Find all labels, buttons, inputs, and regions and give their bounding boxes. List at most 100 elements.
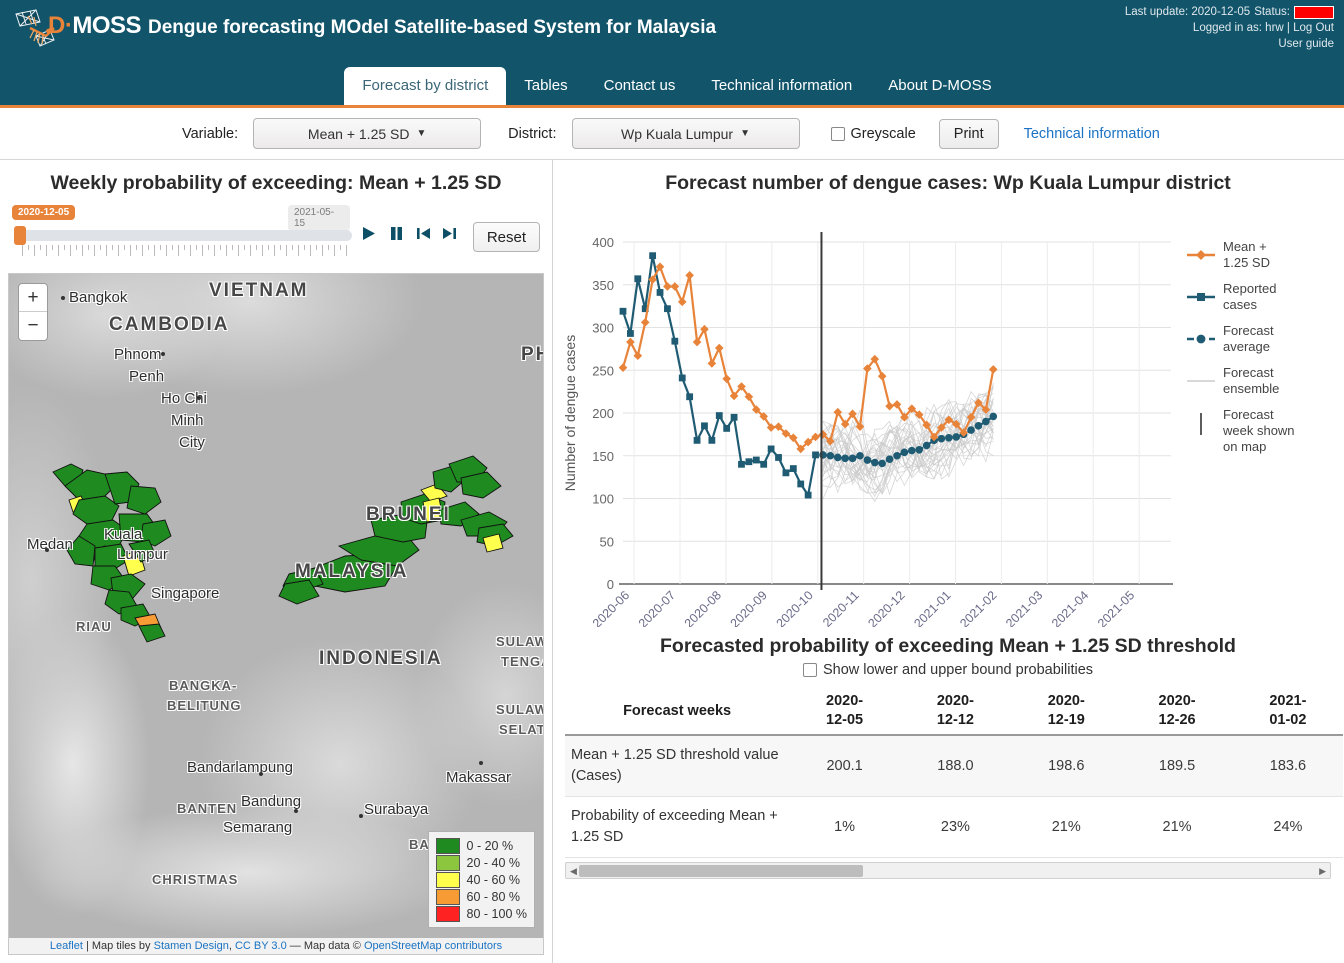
district-dropdown[interactable]: Wp Kuala Lumpur ▼: [571, 118, 800, 149]
slider-handle[interactable]: [14, 226, 26, 245]
chart-legend-label: Mean +: [1223, 239, 1267, 254]
print-button[interactable]: Print: [938, 118, 999, 149]
leaflet-map[interactable]: + − Bangkok VIETNAM CAMBODIA Phnom Penh Ho Ch…: [8, 273, 544, 955]
app-title: Dengue forecasting MOdel Satellite-based…: [148, 17, 717, 38]
chart-series: [619, 252, 819, 499]
legend-item: 20 - 40 %: [435, 854, 527, 871]
tab-forecast-by-district[interactable]: Forecast by district: [344, 67, 507, 105]
variable-label: Variable:: [182, 125, 239, 142]
legend-item: 40 - 60 %: [435, 871, 527, 888]
chart-legend-item[interactable]: Reportedcases: [1187, 281, 1276, 312]
table-cell: 21%: [1051, 819, 1081, 835]
variable-dropdown[interactable]: Mean + 1.25 SD ▼: [253, 118, 482, 149]
play-icon[interactable]: [360, 225, 377, 242]
user-guide-link[interactable]: User guide: [1125, 36, 1334, 52]
map-label: Bangkok: [69, 289, 128, 306]
tab-about-dmoss[interactable]: About D-MOSS: [870, 67, 1009, 105]
stamen-link[interactable]: Stamen Design: [154, 940, 229, 952]
tab-contact-us[interactable]: Contact us: [586, 67, 694, 105]
map-label: TENGAH: [501, 654, 543, 669]
legend-label: 80 - 100 %: [466, 906, 527, 921]
y-axis-tick: 300: [592, 321, 614, 336]
logged-in-text[interactable]: Logged in as: hrw | Log Out: [1125, 20, 1334, 36]
chart-legend-item[interactable]: Forecastaverage: [1187, 323, 1274, 354]
y-axis-tick: 50: [600, 534, 614, 549]
attrib-sep: — Map data ©: [286, 940, 364, 952]
map-label: Penh: [129, 368, 165, 385]
openstreetmap-link[interactable]: OpenStreetMap contributors: [364, 940, 502, 952]
chart-legend-item[interactable]: Forecastweek shownon map: [1200, 407, 1295, 454]
map-label: SULAWESI: [496, 702, 543, 717]
tab-tables[interactable]: Tables: [506, 67, 585, 105]
x-axis-tick: 2020-06: [590, 588, 632, 627]
chart-legend-label: 1.25 SD: [1223, 255, 1270, 270]
table-cell: 23%: [940, 819, 970, 835]
main-nav: Forecast by district Tables Contact us T…: [0, 64, 1344, 105]
pause-icon[interactable]: [388, 225, 405, 242]
step-forward-icon[interactable]: [442, 226, 457, 241]
legend-label: 20 - 40 %: [466, 855, 521, 870]
step-back-icon[interactable]: [416, 226, 431, 241]
technical-information-link[interactable]: Technical information: [1024, 126, 1160, 142]
map-panel-title: Weekly probability of exceeding: Mean + …: [50, 172, 502, 194]
y-axis-label: Number of dengue cases: [562, 335, 578, 491]
map-city-dot: [45, 548, 49, 552]
map-panel: Weekly probability of exceeding: Mean + …: [0, 160, 553, 963]
table-cell: 24%: [1273, 819, 1303, 835]
chart-legend-item[interactable]: Forecastensemble: [1187, 365, 1279, 396]
y-axis-tick: 400: [592, 235, 614, 250]
x-axis-tick: 2021-02: [957, 588, 999, 627]
map-label: BELITUNG: [167, 698, 242, 713]
table-cell: 21%: [1162, 819, 1192, 835]
legend-swatch: [435, 837, 460, 854]
table-row: Probability of exceeding Mean + 1.25 SD …: [565, 797, 1343, 858]
zoom-out-button[interactable]: −: [19, 312, 47, 340]
scrollbar-thumb[interactable]: [579, 865, 863, 877]
table-row-label: Mean + 1.25 SD threshold value (Cases): [571, 747, 779, 784]
map-label: BANGKA-: [169, 678, 238, 693]
map-label: Lumpur: [117, 546, 168, 563]
map-label: Minh: [171, 412, 204, 429]
legend-label: 0 - 20 %: [466, 838, 514, 853]
chart-legend-label: ensemble: [1223, 381, 1279, 396]
time-slider-row: 2020-12-05 2021-05-15 Reset: [0, 201, 552, 269]
zoom-in-button[interactable]: +: [19, 284, 47, 312]
table-title: Forecasted probability of exceeding Mean…: [660, 635, 1236, 657]
table-head: Forecast weeks 2020- 12-05 2020- 12-12 202…: [565, 688, 1343, 735]
forecast-panel: Forecast number of dengue cases: Wp Kual…: [553, 160, 1343, 963]
map-label: City: [179, 434, 205, 451]
table-horizontal-scrollbar[interactable]: ◀ ▶: [565, 862, 1331, 879]
table-cell: 188.0: [937, 758, 974, 774]
brand: D·MOSS: [10, 6, 142, 52]
checkbox-icon: [830, 126, 845, 141]
scroll-left-icon[interactable]: ◀: [570, 866, 577, 877]
table-column-header: 2020- 12-05: [826, 693, 864, 728]
legend-swatch: [435, 888, 460, 905]
leaflet-link[interactable]: Leaflet: [50, 940, 83, 952]
map-label: Medan: [27, 536, 73, 553]
attrib-sep: | Map tiles by: [82, 940, 154, 952]
forecast-chart-svg[interactable]: 0501001502002503003504002020-06 2020-07 20…: [553, 197, 1343, 631]
chart-series: [618, 262, 998, 454]
table-row-header: Forecast weeks: [623, 703, 732, 719]
greyscale-checkbox[interactable]: Greyscale: [830, 126, 916, 142]
reset-button[interactable]: Reset: [472, 222, 540, 252]
scroll-right-icon[interactable]: ▶: [1319, 866, 1326, 877]
show-bounds-checkbox[interactable]: Show lower and upper bound probabilities: [553, 662, 1343, 688]
chart-legend-item[interactable]: Mean +1.25 SD: [1187, 239, 1270, 270]
map-label: SULAWESI: [496, 634, 543, 649]
cc-license-link[interactable]: CC BY 3.0: [235, 940, 287, 952]
map-zoom-controls: + −: [18, 283, 48, 341]
slider-track[interactable]: [16, 230, 352, 241]
legend-swatch: [435, 871, 460, 888]
map-attribution: Leaflet | Map tiles by Stamen Design, CC…: [9, 938, 543, 954]
tab-technical-information[interactable]: Technical information: [693, 67, 870, 105]
table-row: Mean + 1.25 SD threshold value (Cases) 2…: [565, 735, 1343, 797]
y-axis-tick: 200: [592, 406, 614, 421]
table-column-header: 2020- 12-12: [936, 693, 974, 728]
playback-controls: [360, 225, 457, 242]
x-axis-tick: 2021-03: [1003, 588, 1045, 627]
map-city-dot: [479, 761, 483, 765]
forecast-chart[interactable]: 0 50 100 150 200 250 300 350 400 2020-06 2020-07 20…: [553, 197, 1343, 631]
map-label: Surabaya: [364, 801, 429, 818]
